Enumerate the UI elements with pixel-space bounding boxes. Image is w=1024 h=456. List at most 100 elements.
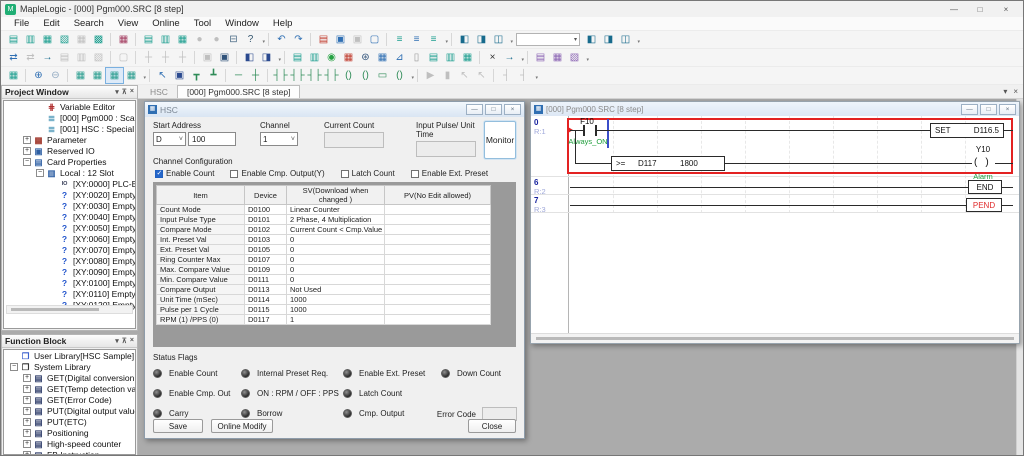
tree-item-slot-0070[interactable]: ? [XY:0070] Empty [4, 244, 135, 255]
vline-f4-button[interactable]: ┼ [247, 68, 264, 83]
calculator-button[interactable]: ▦ [374, 50, 391, 65]
branch-up-button[interactable]: ┻ [205, 68, 222, 83]
print-button[interactable]: ⊟ [225, 32, 242, 47]
zoom-out-button[interactable]: ⊖ [47, 68, 64, 83]
start-address-input[interactable]: 100 [188, 132, 236, 146]
doc-a-button[interactable]: ▤ [56, 50, 73, 65]
info-button[interactable]: ▣ [216, 50, 233, 65]
doc-save-1-button[interactable]: ▤ [425, 50, 442, 65]
horizontal-scrollbar[interactable] [531, 333, 1019, 343]
tree-item-hsc[interactable]: ≣ [001] HSC : Special F [4, 123, 135, 134]
panel-menu-icon[interactable]: ▾ [115, 337, 119, 345]
fb-box-button[interactable]: ▭ [374, 68, 391, 83]
config-checkbox[interactable]: Enable Count [155, 169, 230, 178]
step-over-button[interactable]: ↖ [473, 68, 490, 83]
save-button[interactable]: ▦ [73, 32, 90, 47]
sv-cell[interactable]: Current Count < Cmp.Value [287, 225, 385, 235]
sv-cell[interactable]: 0 [287, 255, 385, 265]
save-file-button[interactable]: ▦ [174, 32, 191, 47]
blank-doc-button[interactable]: ▯ [408, 50, 425, 65]
maximize-icon[interactable]: □ [485, 104, 502, 115]
pin-icon[interactable]: ⊼ [122, 337, 127, 345]
purple-tool-3-button[interactable]: ▧ [566, 50, 583, 65]
ladder-view-3-button[interactable]: ▦ [106, 68, 123, 83]
horizontal-scrollbar[interactable] [6, 305, 133, 314]
panel-menu-icon[interactable]: ▾ [115, 88, 119, 96]
contact-npulse-button[interactable]: ┤├ [323, 68, 340, 83]
sv-cell[interactable]: Linear Counter [287, 205, 385, 215]
edit-doc-button[interactable]: ▢ [366, 32, 383, 47]
plc-monitor-button[interactable]: ◫ [617, 32, 634, 47]
expander-icon[interactable]: + [23, 396, 31, 404]
redo-button[interactable]: ↷ [290, 32, 307, 47]
expander-icon[interactable]: + [23, 440, 31, 448]
tree-item-slot-0030[interactable]: ? [XY:0030] Empty [4, 200, 135, 211]
remote-monitor-button[interactable]: ▢ [115, 50, 132, 65]
help-button[interactable]: ? [242, 32, 259, 47]
tree-item-slot-0110[interactable]: ? [XY:0110] Empty [4, 288, 135, 299]
minimize-icon[interactable]: — [466, 104, 483, 115]
breakpoint-1-button[interactable]: ┤ [498, 68, 515, 83]
close-icon[interactable]: × [999, 104, 1016, 115]
special-monitor-button[interactable]: ◨ [258, 50, 275, 65]
list-view-2-button[interactable]: ≡ [408, 32, 425, 47]
tree-item-slot-0020[interactable]: ? [XY:0020] Empty [4, 189, 135, 200]
tree-item-slot-0050[interactable]: ? [XY:0050] Empty [4, 222, 135, 233]
fb-item-system-library[interactable]: − ❒ System Library [4, 361, 135, 372]
fb-item-put-etc[interactable]: + ▤ PUT(ETC) [4, 416, 135, 427]
maximize-icon[interactable]: □ [967, 2, 993, 17]
menu-item[interactable]: Help [266, 18, 300, 29]
plc-stop-button[interactable]: ◨ [600, 32, 617, 47]
document-tab[interactable]: HSC [141, 85, 177, 98]
config-checkbox[interactable]: Latch Count [341, 169, 411, 178]
transfer-button[interactable]: → [501, 50, 518, 65]
forward-button[interactable]: ● [208, 32, 225, 47]
contact-device[interactable]: F10 [573, 117, 601, 126]
close-icon[interactable]: × [130, 337, 134, 345]
maximize-icon[interactable]: □ [980, 104, 997, 115]
tree-item-local-rack[interactable]: − ▥ Local : 12 Slot [4, 167, 135, 178]
expander-icon[interactable]: − [23, 158, 31, 166]
output-coil-icon[interactable] [974, 157, 997, 168]
online-mode-button[interactable]: ◉ [323, 50, 340, 65]
open-project-button[interactable]: ▥ [22, 32, 39, 47]
expander-icon[interactable]: + [23, 147, 31, 155]
run-button[interactable]: ▶ [422, 68, 439, 83]
tree-item-card-properties[interactable]: − ▤ Card Properties [4, 156, 135, 167]
plc-read-button[interactable]: ◧ [456, 32, 473, 47]
fb-item-fb-instruction[interactable]: + ▤ FB Instruction [4, 449, 135, 455]
trend-chart-button[interactable]: ⊿ [391, 50, 408, 65]
tree-item-slot-0080[interactable]: ? [XY:0080] Empty [4, 255, 135, 266]
hsc-dialog-titlebar[interactable]: ▦ HSC — □ × [145, 102, 524, 117]
branch-down-button[interactable]: ┳ [188, 68, 205, 83]
doc-save-3-button[interactable]: ▦ [459, 50, 476, 65]
fb-item-user-library[interactable]: ❒ User Library[HSC Sample] [4, 350, 135, 361]
frame-button[interactable]: ▣ [199, 50, 216, 65]
config-checkbox[interactable]: Enable Ext. Preset [411, 169, 504, 178]
scrollbar-thumb[interactable] [11, 308, 99, 311]
pin-icon[interactable]: ⊼ [122, 88, 127, 96]
compare-button[interactable]: ⇄ [5, 50, 22, 65]
ladder-view-1-button[interactable]: ▦ [72, 68, 89, 83]
checkbox-icon[interactable] [155, 170, 163, 178]
checkbox-icon[interactable] [230, 170, 238, 178]
open-file-button[interactable]: ▥ [157, 32, 174, 47]
download-button[interactable]: → [39, 50, 56, 65]
online-modify-button[interactable]: Online Modify [211, 419, 273, 433]
fb-item-high-speed-counter[interactable]: + ▤ High-speed counter [4, 438, 135, 449]
sv-cell[interactable]: 1000 [287, 305, 385, 315]
copy-page-button[interactable]: ▣ [332, 32, 349, 47]
close-button[interactable]: Close [468, 419, 516, 433]
plc-run-button[interactable]: ◧ [583, 32, 600, 47]
purple-tool-2-button[interactable]: ▦ [549, 50, 566, 65]
tree-item-slot-0000[interactable]: IO [XY:0000] PLC-E [4, 178, 135, 189]
monitor-button[interactable]: Monitor [484, 121, 516, 159]
zoom-in-button[interactable]: ⊕ [30, 68, 47, 83]
save-all-button[interactable]: ▩ [90, 32, 107, 47]
menu-item[interactable]: Online [145, 18, 186, 29]
pause-button[interactable]: ▮ [439, 68, 456, 83]
compare-instruction-box[interactable]: >= D117 1800 [611, 156, 725, 171]
device-type-select[interactable]: D [153, 132, 186, 146]
sv-cell[interactable]: 1 [287, 315, 385, 325]
expander-icon[interactable]: + [23, 407, 31, 415]
